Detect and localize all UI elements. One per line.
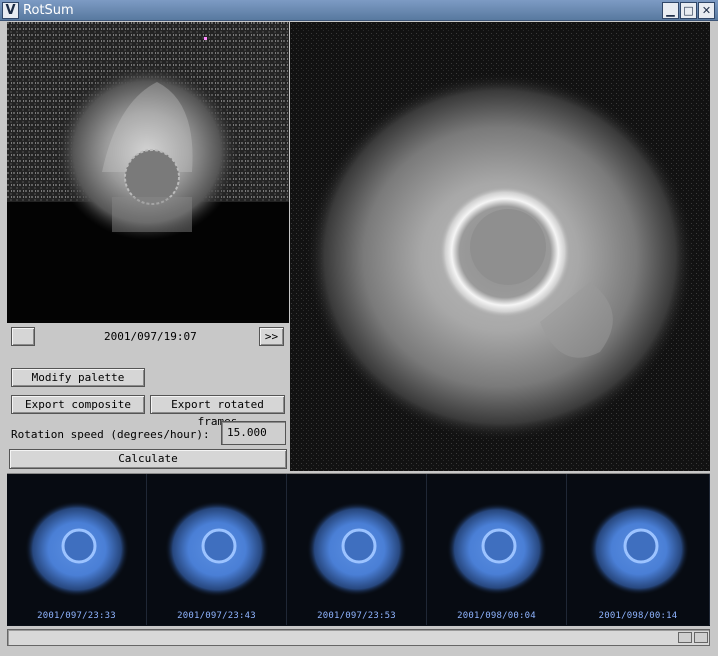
scroll-right-icon[interactable] (694, 632, 708, 643)
thumbnail-graphic (25, 501, 129, 597)
next-frame-button[interactable]: >> (259, 327, 284, 346)
title-bar: V RotSum ▁ □ ✕ (0, 0, 718, 21)
composite-image (290, 22, 710, 471)
modify-palette-button[interactable]: Modify palette (11, 368, 145, 387)
rotsum-window: V RotSum ▁ □ ✕ 2001/097/19:07 >> Modify … (0, 0, 718, 656)
composite-graphic (290, 22, 710, 471)
thumbnail-graphic (307, 502, 407, 596)
window-menu-icon[interactable]: V (2, 2, 19, 19)
thumbnail-caption: 2001/097/23:43 (177, 611, 256, 621)
rotation-speed-label: Rotation speed (degrees/hour): (11, 428, 210, 441)
window-title: RotSum (23, 3, 74, 18)
controls-panel: 2001/097/19:07 >> Modify palette Export … (7, 323, 289, 471)
thumbnail-frame[interactable]: 2001/097/23:33 (7, 474, 147, 625)
export-composite-button[interactable]: Export composite (11, 395, 145, 414)
thumbnail-strip: 2001/097/23:33 2001/097/23:43 2001/097/2… (7, 473, 710, 626)
thumbnail-caption: 2001/097/23:53 (317, 611, 396, 621)
thumbnail-graphic (589, 503, 689, 595)
thumbnail-caption: 2001/097/23:33 (37, 611, 116, 621)
maximize-icon[interactable]: □ (680, 2, 697, 19)
scroll-left-icon[interactable] (678, 632, 692, 643)
source-frame-image (7, 22, 289, 323)
prev-frame-button[interactable] (11, 327, 35, 346)
calculate-button[interactable]: Calculate (9, 449, 287, 469)
thumbnail-frame[interactable]: 2001/097/23:53 (287, 474, 427, 625)
thumbnail-graphic (447, 503, 547, 595)
horizontal-scrollbar[interactable] (7, 629, 710, 646)
minimize-icon[interactable]: ▁ (662, 2, 679, 19)
rotation-speed-input[interactable]: 15.000 (221, 421, 286, 445)
close-icon[interactable]: ✕ (698, 2, 715, 19)
thumbnail-caption: 2001/098/00:14 (598, 611, 678, 621)
thumbnail-caption: 2001/098/00:04 (457, 611, 536, 621)
frame-timestamp: 2001/097/19:07 (104, 330, 197, 343)
thumbnail-frame[interactable]: 2001/098/00:04 (427, 474, 567, 625)
thumbnail-frame[interactable]: 2001/098/00:14 (567, 474, 710, 625)
source-frame-graphic (7, 22, 289, 323)
thumbnail-graphic (165, 501, 269, 597)
export-rotated-frames-button[interactable]: Export rotated frames (150, 395, 285, 428)
thumbnail-frame[interactable]: 2001/097/23:43 (147, 474, 287, 625)
